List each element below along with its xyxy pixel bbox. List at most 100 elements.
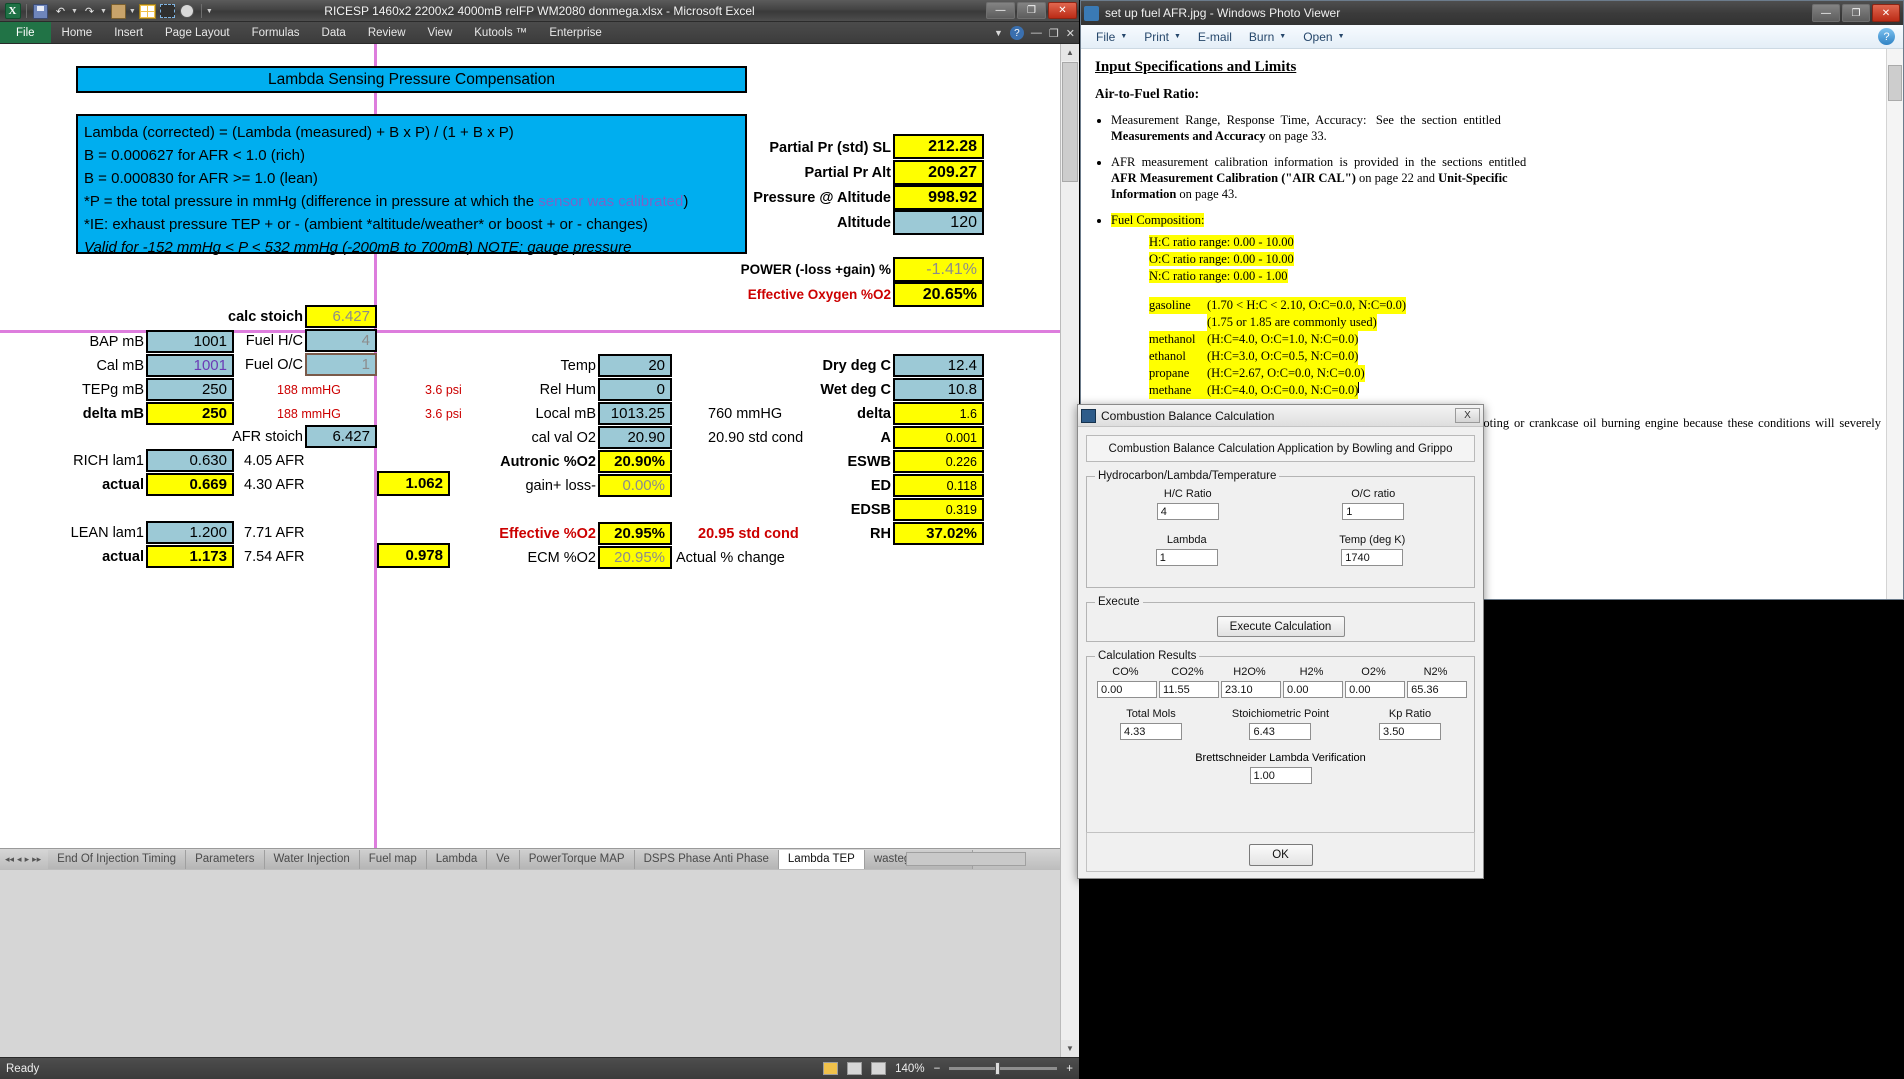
ribbon-right-controls[interactable]: ▼ ? — ❐ ✕ [994, 22, 1075, 44]
value-tepg-mb[interactable]: 250 [146, 378, 234, 401]
ribbon-tab-page-layout[interactable]: Page Layout [154, 22, 241, 43]
prev-sheet-icon[interactable]: ◂ [17, 854, 22, 865]
field-oc-ratio-input[interactable]: 1 [1342, 503, 1404, 520]
value-lean-lam1[interactable]: 1.200 [146, 521, 234, 544]
first-sheet-icon[interactable]: ◂◂ [5, 854, 14, 865]
zoom-slider-knob[interactable] [995, 1062, 1000, 1075]
sheet-tab-ve[interactable]: Ve [487, 850, 519, 869]
value-cal-mb[interactable]: 1001 [146, 354, 234, 377]
value-bap-mb[interactable]: 1001 [146, 330, 234, 353]
value-ed[interactable]: 0.118 [893, 474, 984, 497]
value-delta[interactable]: 1.6 [893, 402, 984, 425]
value-calc-stoich[interactable]: 6.427 [305, 305, 377, 328]
value-cal-val-o2[interactable]: 20.90 [598, 426, 672, 449]
sheet-tab-lambda[interactable]: Lambda [427, 850, 488, 869]
sheet-nav-buttons[interactable]: ◂◂ ◂ ▸ ▸▸ [0, 854, 48, 865]
value-partial-pr-std-sl[interactable]: 212.28 [893, 134, 984, 159]
chevron-down-icon[interactable]: ▼ [994, 28, 1003, 38]
value-gain-loss[interactable]: 0.00% [598, 474, 672, 497]
ribbon-tab-insert[interactable]: Insert [103, 22, 154, 43]
scroll-down-icon[interactable]: ▼ [1061, 1040, 1079, 1057]
value-a[interactable]: 0.001 [893, 426, 984, 449]
zoom-in-icon[interactable]: + [1066, 1063, 1073, 1075]
sheet-tab-water-injection[interactable]: Water Injection [265, 850, 360, 869]
photo-viewer-minimize-button[interactable]: — [1812, 4, 1840, 22]
ribbon-tab-review[interactable]: Review [357, 22, 417, 43]
value-effective-o2[interactable]: 20.95% [598, 522, 672, 545]
ribbon-tab-home[interactable]: Home [51, 22, 104, 43]
value-power-loss-gain[interactable]: -1.41% [893, 257, 984, 282]
ribbon-tab-data[interactable]: Data [311, 22, 357, 43]
ribbon-tab-formulas[interactable]: Formulas [241, 22, 311, 43]
close-workbook-icon[interactable]: ✕ [1066, 27, 1075, 40]
photo-viewer-vertical-scrollbar[interactable] [1886, 49, 1903, 599]
chevron-down-icon[interactable]: ▼ [1174, 33, 1181, 40]
page-layout-view-icon[interactable] [847, 1062, 862, 1075]
ribbon-tab-kutools[interactable]: Kutools ™ [463, 22, 538, 43]
last-sheet-icon[interactable]: ▸▸ [32, 854, 41, 865]
menu-open[interactable]: Open▼ [1296, 28, 1351, 46]
field-temp-k-input[interactable]: 1740 [1341, 549, 1403, 566]
sensor-calibrated-link[interactable]: sensor was calibrated [538, 193, 683, 210]
undo-dropdown-icon[interactable]: ▼ [71, 8, 78, 15]
chevron-down-icon[interactable]: ▼ [1338, 33, 1345, 40]
value-altitude[interactable]: 120 [893, 210, 984, 235]
ribbon-tab-view[interactable]: View [417, 22, 464, 43]
ok-button[interactable]: OK [1249, 844, 1313, 866]
ribbon-tab-enterprise[interactable]: Enterprise [538, 22, 612, 43]
zoom-out-icon[interactable]: − [934, 1063, 941, 1075]
scroll-up-icon[interactable]: ▲ [1061, 44, 1079, 61]
field-hc-ratio-input[interactable]: 4 [1157, 503, 1219, 520]
value-partial-pr-alt[interactable]: 209.27 [893, 160, 984, 185]
value-wet-deg-c[interactable]: 10.8 [893, 378, 984, 401]
grid-icon[interactable] [139, 3, 156, 20]
clock-icon[interactable] [179, 3, 196, 20]
ribbon-tab-file[interactable]: File [0, 22, 51, 43]
value-pressure-at-altitude[interactable]: 998.92 [893, 185, 984, 210]
sheet-tab-end-of-injection-timing[interactable]: End Of Injection Timing [48, 850, 186, 869]
dialog-close-button[interactable]: X [1455, 408, 1480, 423]
excel-ribbon-tabs[interactable]: File Home Insert Page Layout Formulas Da… [0, 22, 1079, 44]
zoom-level-label[interactable]: 140% [895, 1063, 924, 1075]
photo-viewer-restore-button[interactable]: ❐ [1842, 4, 1870, 22]
zoom-slider[interactable] [949, 1067, 1057, 1070]
chevron-down-icon[interactable]: ▼ [1120, 33, 1127, 40]
field-lambda-input[interactable]: 1 [1156, 549, 1218, 566]
value-local-mb[interactable]: 1013.25 [598, 402, 672, 425]
menu-email[interactable]: E-mail [1191, 28, 1239, 46]
value-rich-lam1[interactable]: 0.630 [146, 449, 234, 472]
page-break-preview-icon[interactable] [871, 1062, 886, 1075]
worksheet-canvas[interactable]: Lambda Sensing Pressure Compensation Lam… [0, 44, 1060, 848]
excel-minimize-button[interactable]: — [986, 2, 1015, 19]
sheet-tab-powertorque-map[interactable]: PowerTorque MAP [520, 850, 635, 869]
photo-viewer-window-controls[interactable]: — ❐ ✕ [1812, 4, 1900, 22]
value-rh[interactable]: 37.02% [893, 522, 984, 545]
vertical-scroll-thumb[interactable] [1062, 62, 1078, 182]
sheet-tab-bar[interactable]: ◂◂ ◂ ▸ ▸▸ End Of Injection Timing Parame… [0, 848, 1060, 870]
minimize-ribbon-icon[interactable]: — [1031, 27, 1042, 39]
value-ecm-o2[interactable]: 20.95% [598, 546, 672, 569]
restore-workbook-icon[interactable]: ❐ [1049, 27, 1059, 40]
normal-view-icon[interactable] [823, 1062, 838, 1075]
photo-viewer-close-button[interactable]: ✕ [1872, 4, 1900, 22]
value-temp[interactable]: 20 [598, 354, 672, 377]
value-delta-mb[interactable]: 250 [146, 402, 234, 425]
next-sheet-icon[interactable]: ▸ [25, 854, 30, 865]
sheet-tab-lambda-tep[interactable]: Lambda TEP [779, 850, 865, 869]
value-fuel-hc[interactable]: 4 [305, 329, 377, 352]
value-edsb[interactable]: 0.319 [893, 498, 984, 521]
chevron-down-icon[interactable]: ▼ [1279, 33, 1286, 40]
value-fuel-oc[interactable]: 1 [305, 353, 377, 376]
paste-dropdown-icon[interactable]: ▼ [129, 8, 136, 15]
execute-calculation-button[interactable]: Execute Calculation [1217, 616, 1345, 637]
value-autronic-o2[interactable]: 20.90% [598, 450, 672, 473]
value-effective-oxygen[interactable]: 20.65% [893, 282, 984, 307]
menu-print[interactable]: Print▼ [1137, 28, 1188, 46]
undo-icon[interactable]: ↶ [52, 3, 69, 20]
excel-window-controls[interactable]: — ❐ ✕ [986, 2, 1077, 19]
sheet-tab-parameters[interactable]: Parameters [186, 850, 264, 869]
sheet-tab-dsps-phase-anti-phase[interactable]: DSPS Phase Anti Phase [635, 850, 779, 869]
sheet-tab-scrollbar[interactable] [906, 852, 1026, 866]
dashed-box-icon[interactable] [159, 3, 176, 20]
redo-icon[interactable]: ↷ [81, 3, 98, 20]
